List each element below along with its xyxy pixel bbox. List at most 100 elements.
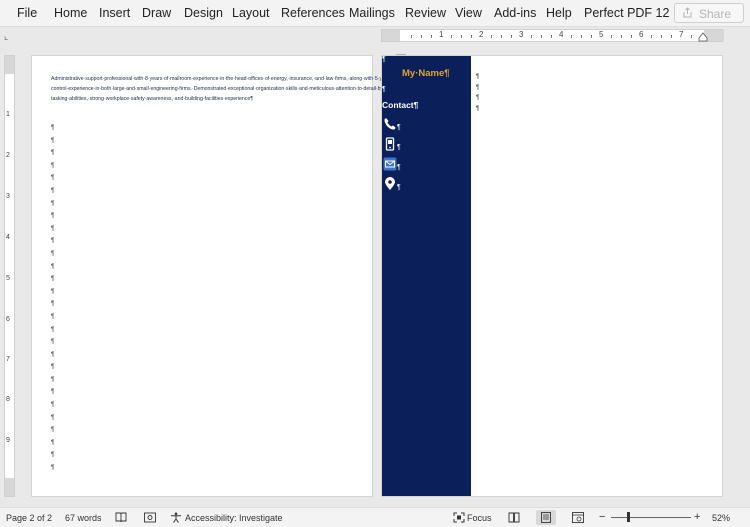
paragraph-mark: ¶ xyxy=(476,105,480,112)
paragraph-mark: ¶ xyxy=(51,213,55,220)
focus-icon[interactable] xyxy=(453,512,465,523)
ruler-number: 7 xyxy=(679,30,684,39)
share-icon xyxy=(683,7,692,18)
paragraph-mark: ¶ xyxy=(51,200,55,207)
zoom-out-button[interactable]: − xyxy=(599,511,605,523)
ruler-tick xyxy=(671,35,672,38)
share-label: Share xyxy=(699,7,732,21)
read-mode-button[interactable] xyxy=(504,510,524,525)
web-layout-button[interactable] xyxy=(568,510,588,525)
zoom-slider[interactable] xyxy=(611,517,691,518)
resume-name[interactable]: My·Name¶ xyxy=(402,68,450,79)
ruler-number: 2 xyxy=(479,30,484,39)
ruler-bottom-margin xyxy=(5,478,14,496)
ruler-tick xyxy=(501,35,502,38)
ruler-tick xyxy=(421,35,422,38)
menu-references[interactable]: References xyxy=(281,6,345,20)
paragraph-mark: ¶ xyxy=(51,364,55,371)
ruler-top-margin xyxy=(5,56,14,74)
ruler-tick xyxy=(651,35,652,38)
summary-paragraph[interactable]: Administrative·support·professional·with… xyxy=(51,75,592,104)
paragraph-mark: ¶ xyxy=(51,288,55,295)
ruler-tick xyxy=(471,35,472,38)
paragraph-mark: ¶ xyxy=(51,250,55,257)
paragraph-mark: ¶ xyxy=(51,414,55,421)
paragraph-mark: ¶ xyxy=(397,144,401,151)
paragraph-mark: ¶ xyxy=(51,427,55,434)
paragraph-mark: ¶ xyxy=(51,402,55,409)
paragraph-mark: ¶ xyxy=(51,439,55,446)
vertical-ruler[interactable]: 1 2 3 4 5 6 7 8 9 xyxy=(4,55,15,497)
macro-recording-icon[interactable] xyxy=(144,512,156,523)
menu-mailings[interactable]: Mailings xyxy=(349,6,395,20)
ruler-tick xyxy=(591,35,592,38)
ruler-tick xyxy=(621,35,622,38)
ruler-tick xyxy=(631,35,632,38)
paragraph-mark: ¶ xyxy=(51,175,55,182)
ruler-number: 3 xyxy=(519,30,524,39)
resume-sidebar[interactable]: ¶ My·Name¶ ¶ Contact¶ ¶ ¶ ¶ ¶ xyxy=(382,56,471,496)
phone-icon xyxy=(384,118,396,130)
tab-selector-icon[interactable]: ⌞ xyxy=(4,31,8,42)
paragraph-mark: ¶ xyxy=(51,238,55,245)
paragraph-mark: ¶ xyxy=(51,339,55,346)
status-bar: Page 2 of 2 67 words Accessibility: Inve… xyxy=(0,507,750,527)
ruler-number: 6 xyxy=(6,316,10,323)
location-pin-icon xyxy=(385,177,395,190)
menu-add-ins[interactable]: Add-ins xyxy=(494,6,536,20)
document-page-right[interactable]: ¶ My·Name¶ ¶ Contact¶ ¶ ¶ ¶ ¶ ¶ ¶ ¶ ¶ xyxy=(381,55,723,497)
horizontal-ruler[interactable]: 1 2 3 4 5 6 7 xyxy=(381,29,724,42)
menu-draw[interactable]: Draw xyxy=(142,6,171,20)
proofing-book-icon[interactable] xyxy=(115,512,127,523)
right-column-paragraph-marks: ¶ ¶ ¶ ¶ xyxy=(476,74,479,116)
contact-heading[interactable]: Contact¶ xyxy=(382,100,418,110)
print-layout-icon xyxy=(541,512,551,523)
mobile-phone-icon xyxy=(385,137,395,151)
ruler-tick xyxy=(611,35,612,38)
menu-design[interactable]: Design xyxy=(184,6,223,20)
right-indent-marker-icon[interactable] xyxy=(698,32,708,42)
ruler-tick xyxy=(581,35,582,38)
paragraph-mark: ¶ xyxy=(51,276,55,283)
menu-help[interactable]: Help xyxy=(546,6,572,20)
word-count[interactable]: 67 words xyxy=(65,513,102,523)
menu-review[interactable]: Review xyxy=(405,6,446,20)
ruler-tick xyxy=(661,35,662,38)
menu-file[interactable]: File xyxy=(17,6,37,20)
menu-view[interactable]: View xyxy=(455,6,482,20)
paragraph-mark: ¶ xyxy=(476,95,480,101)
ruler-tick xyxy=(541,35,542,38)
empty-paragraph-marks: ¶ ¶ ¶ ¶ ¶ ¶ ¶ ¶ ¶ ¶ ¶ ¶ ¶ ¶ ¶ ¶ ¶ ¶ ¶ ¶ … xyxy=(51,125,54,478)
ruler-tick xyxy=(461,35,462,38)
menu-home[interactable]: Home xyxy=(54,6,87,20)
document-page-left[interactable]: Administrative·support·professional·with… xyxy=(31,55,592,497)
zoom-level[interactable]: 52% xyxy=(712,513,730,523)
ruler-tick xyxy=(451,35,452,38)
menu-layout[interactable]: Layout xyxy=(232,6,270,20)
ruler-tick xyxy=(491,35,492,38)
ruler-number: 4 xyxy=(559,30,564,39)
web-layout-icon xyxy=(572,512,584,523)
accessibility-status[interactable]: Accessibility: Investigate xyxy=(185,513,283,523)
print-layout-button[interactable] xyxy=(536,510,556,525)
paragraph-mark: ¶ xyxy=(397,184,401,191)
ruler-number: 1 xyxy=(6,111,10,118)
horizontal-ruler-area: ⌞ 1 2 3 4 5 6 7 xyxy=(0,27,750,70)
ruler-left-margin xyxy=(382,30,400,41)
share-button[interactable]: Share xyxy=(674,3,744,23)
page-indicator[interactable]: Page 2 of 2 xyxy=(6,513,52,523)
paragraph-mark: ¶ xyxy=(476,84,480,91)
menu-perfect-pdf[interactable]: Perfect PDF 12 xyxy=(584,6,669,20)
paragraph-mark: ¶ xyxy=(382,56,386,63)
zoom-slider-thumb[interactable] xyxy=(627,512,630,522)
paragraph-mark: ¶ xyxy=(51,452,55,459)
paragraph-mark: ¶ xyxy=(51,150,55,157)
paragraph-mark: ¶ xyxy=(51,313,55,320)
ruler-number: 9 xyxy=(6,437,10,444)
zoom-in-button[interactable]: + xyxy=(694,511,700,523)
accessibility-icon[interactable] xyxy=(170,512,182,523)
menu-insert[interactable]: Insert xyxy=(99,6,130,20)
focus-label[interactable]: Focus xyxy=(467,513,492,523)
ruler-number: 5 xyxy=(6,275,10,282)
paragraph-mark: ¶ xyxy=(51,125,55,131)
